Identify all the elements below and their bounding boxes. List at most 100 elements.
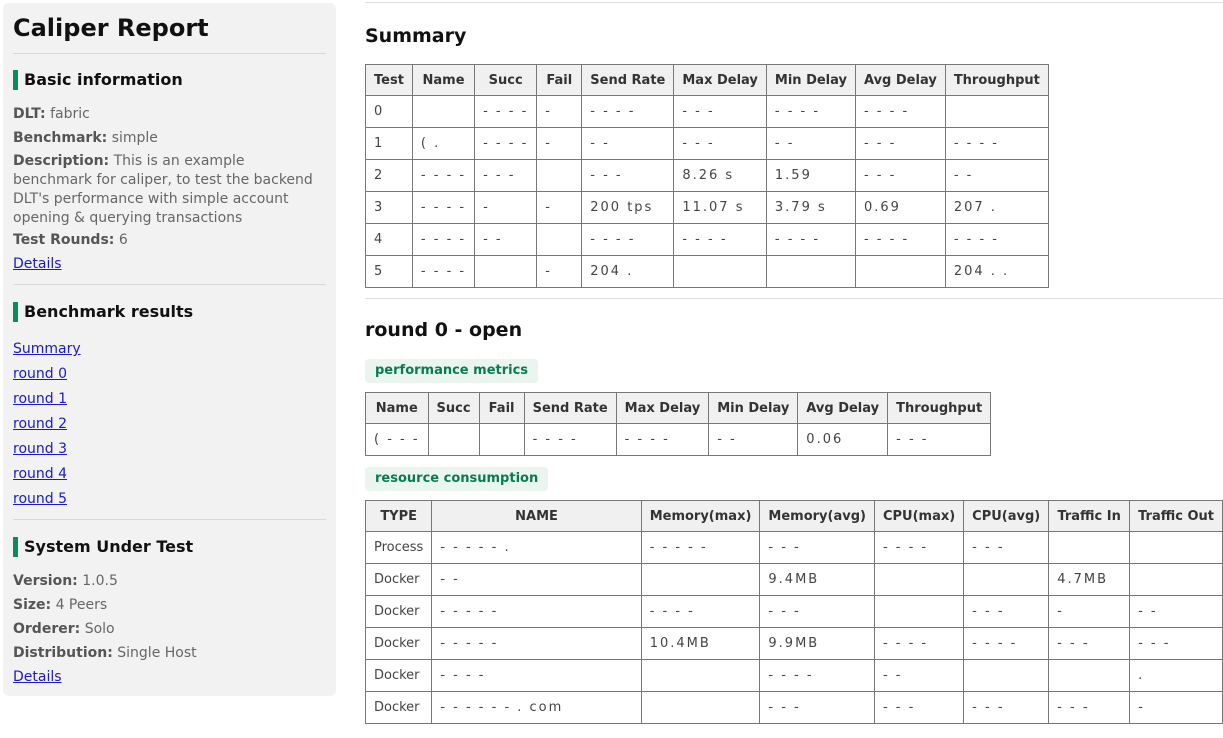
nav-round-0-link[interactable]: round 0 <box>13 366 67 382</box>
nav-round-5-link[interactable]: round 5 <box>13 491 67 507</box>
resource-cell: - - - <box>759 595 875 628</box>
summary-col-header: Test <box>365 64 413 96</box>
resource-cell <box>873 563 965 596</box>
summary-cell: - - - <box>673 127 767 160</box>
performance-body: ( - - -- - - -- - - -- -0.06- - - <box>365 423 992 456</box>
resource-cell: - - - <box>759 531 875 564</box>
summary-row: 1( .- - - --- -- - -- -- - -- - - - <box>365 127 1049 160</box>
summary-cell: - - - <box>854 127 946 160</box>
benchmark-results-heading: Benchmark results <box>13 302 326 322</box>
summary-cell: - - - <box>581 159 675 192</box>
summary-cell: 3.79 s <box>765 191 856 224</box>
summary-cell: - - - <box>474 159 538 192</box>
performance-col-header: Throughput <box>887 392 992 424</box>
resource-cell: 9.4MB <box>759 563 875 596</box>
nav-round-4-link[interactable]: round 4 <box>13 466 67 482</box>
round-0-title: round 0 - open <box>365 319 523 341</box>
summary-cell: - <box>536 95 583 128</box>
summary-row: 0- - - --- - - -- - -- - - -- - - - <box>365 95 1049 128</box>
summary-cell: 204 . <box>581 255 675 288</box>
resource-cell: - - - <box>1048 691 1131 724</box>
basic-details-link[interactable]: Details <box>13 256 62 272</box>
summary-cell: 11.07 s <box>673 191 767 224</box>
performance-cell: - - <box>708 423 799 456</box>
benchmark-row: Benchmark: simple <box>13 126 326 150</box>
summary-cell: - - - - <box>673 223 767 256</box>
divider <box>13 53 326 54</box>
distribution-value: Single Host <box>117 645 197 661</box>
resource-cell: - - - <box>759 691 875 724</box>
resource-cell <box>1048 659 1131 692</box>
description-label: Description: <box>13 153 110 169</box>
summary-cell <box>411 95 476 128</box>
summary-cell: 2 <box>365 159 413 192</box>
summary-header-row: Test Name Succ Fail Send Rate Max Delay Min De… <box>365 64 1049 96</box>
resource-cell: 10.4MB <box>640 627 761 660</box>
report-title: Caliper Report <box>13 14 209 42</box>
resource-row: Docker - - - - - - . com - - -- - -- - -- … <box>364 691 1223 724</box>
nav-round-1-link[interactable]: round 1 <box>13 391 67 407</box>
resource-body: Process - - - - - .- - - - -- - -- - - --… <box>364 531 1223 724</box>
summary-cell: - - - - <box>854 223 946 256</box>
resource-cell <box>640 691 761 724</box>
resource-row: Process - - - - - .- - - - -- - -- - - --… <box>364 531 1223 564</box>
divider <box>365 298 1223 299</box>
summary-col-header: Name <box>411 64 476 96</box>
summary-cell: 8.26 s <box>673 159 767 192</box>
summary-cell: 200 tps <box>581 191 675 224</box>
resource-cell: Docker <box>364 563 433 596</box>
performance-cell: - - - - <box>615 423 710 456</box>
description-row: Description: This is an example benchmar… <box>13 152 326 228</box>
resource-cell: - - - - <box>873 531 965 564</box>
summary-cell: 207 . <box>944 191 1049 224</box>
resource-col-header: Traffic In <box>1048 500 1131 532</box>
test-rounds-value: 6 <box>118 232 128 248</box>
summary-cell: ( . <box>411 127 476 160</box>
summary-col-header: Send Rate <box>581 64 675 96</box>
nav-round-3-link[interactable]: round 3 <box>13 441 67 457</box>
version-label: Version: <box>13 573 78 589</box>
summary-cell <box>944 95 1049 128</box>
dlt-label: DLT: <box>13 106 46 122</box>
resource-cell: - - - <box>963 691 1050 724</box>
resource-cell <box>1129 531 1223 564</box>
summary-cell: - <box>536 255 583 288</box>
summary-cell: - - - - <box>944 127 1049 160</box>
summary-cell <box>536 159 583 192</box>
summary-cell: 5 <box>365 255 413 288</box>
summary-cell: 0 <box>365 95 413 128</box>
sut-heading: System Under Test <box>13 537 326 557</box>
nav-round-2-link[interactable]: round 2 <box>13 416 67 432</box>
resource-cell: 9.9MB <box>759 627 875 660</box>
resource-cell: - - <box>431 563 642 596</box>
summary-cell <box>474 255 538 288</box>
resource-row: Docker - - 9.4MB 4.7MB <box>364 563 1223 596</box>
test-rounds-label: Test Rounds: <box>13 232 115 248</box>
summary-cell: 1 <box>365 127 413 160</box>
resource-cell: - - - - - - . com <box>431 691 642 724</box>
summary-cell: 1.59 <box>765 159 856 192</box>
resource-col-header: Memory(avg) <box>759 500 875 532</box>
dlt-row: DLT: fabric <box>13 102 326 126</box>
resource-col-header: CPU(max) <box>873 500 965 532</box>
version-value: 1.0.5 <box>82 573 118 589</box>
nav-summary-link[interactable]: Summary <box>13 341 81 357</box>
summary-col-header: Succ <box>474 64 538 96</box>
summary-cell: - - - - <box>411 223 476 256</box>
summary-cell: - - - - <box>411 255 476 288</box>
performance-cell <box>427 423 480 456</box>
summary-cell: - - - - <box>581 95 675 128</box>
performance-col-header: Min Delay <box>708 392 799 424</box>
performance-col-header: Name <box>365 392 429 424</box>
benchmark-value: simple <box>111 130 158 146</box>
size-value: 4 Peers <box>55 597 108 613</box>
main-content: Summary Test Name Succ Fail Send Rate Max Del… <box>364 0 1223 724</box>
resource-cell <box>1129 563 1223 596</box>
summary-cell <box>854 255 946 288</box>
summary-row: 5- - - - -204 . 204 . . <box>365 255 1049 288</box>
resource-col-header: NAME <box>431 500 642 532</box>
results-nav: Summary round 0 round 1 round 2 round 3 … <box>13 336 326 511</box>
resource-col-header: CPU(avg) <box>963 500 1050 532</box>
sut-details-link[interactable]: Details <box>13 669 62 685</box>
summary-cell: - - - - <box>411 159 476 192</box>
